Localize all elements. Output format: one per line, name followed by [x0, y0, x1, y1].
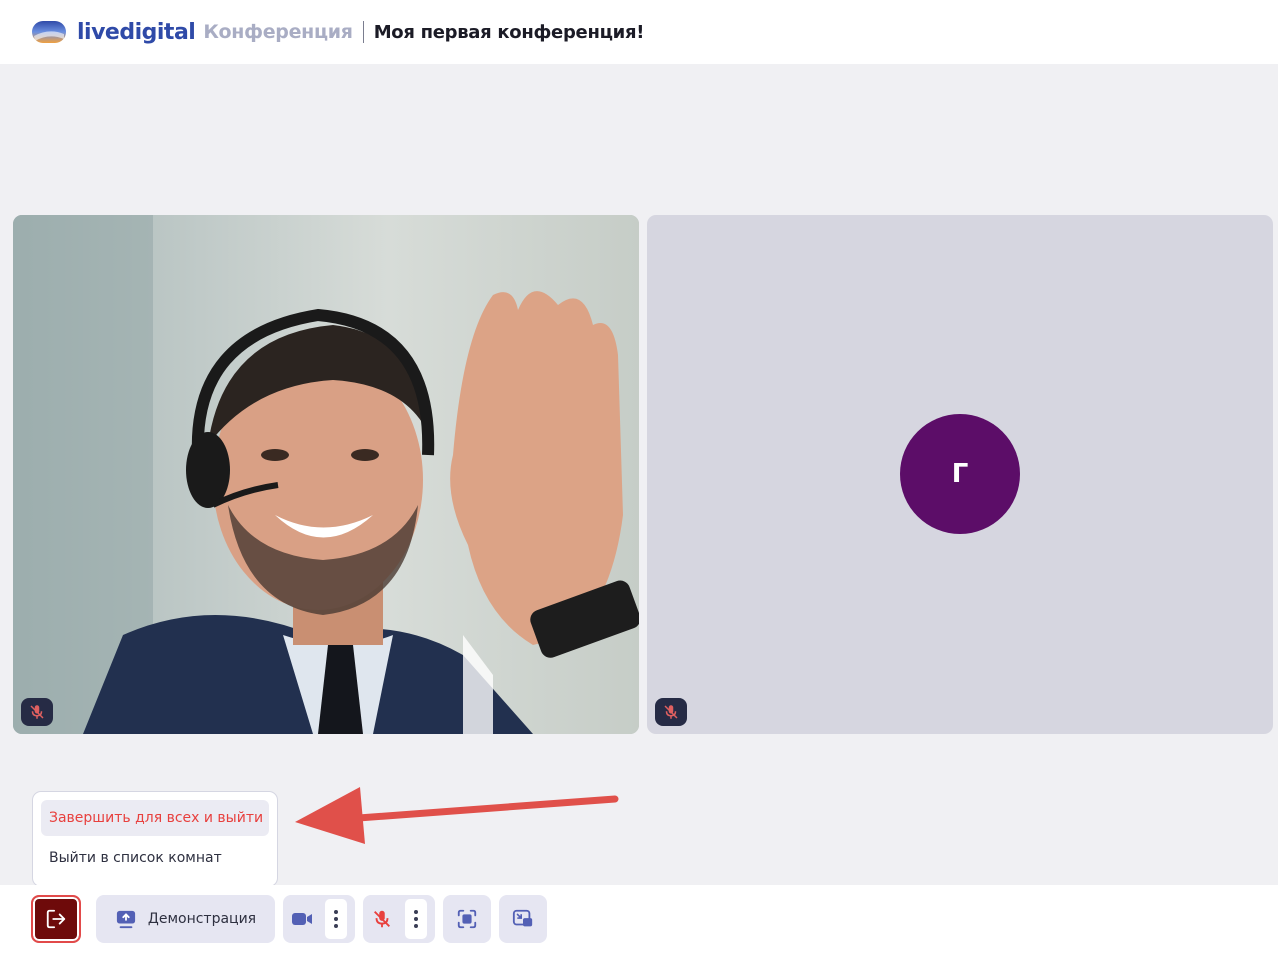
participant-mic-status	[655, 698, 687, 726]
layout-button[interactable]	[443, 895, 491, 943]
more-vertical-icon	[334, 910, 338, 928]
end-for-all-button[interactable]: Завершить для всех и выйти	[41, 800, 269, 836]
annotation-arrow	[295, 787, 619, 844]
participant-tile-avatar[interactable]: Г	[647, 215, 1273, 734]
exit-menu: Завершить для всех и выйти Выйти в списо…	[32, 791, 278, 887]
layout-focus-icon	[457, 909, 477, 929]
leave-to-rooms-button[interactable]: Выйти в список комнат	[41, 840, 269, 876]
logo[interactable]: livedigital	[31, 19, 196, 45]
screen-share-label: Демонстрация	[147, 911, 257, 927]
camera-options-button[interactable]	[325, 899, 347, 939]
section-name: Конференция	[203, 21, 353, 43]
logo-text: livedigital	[77, 19, 196, 45]
picture-in-picture-button[interactable]	[499, 895, 547, 943]
app-header: livedigital Конференция Моя первая конфе…	[0, 0, 1278, 64]
screen-share-button[interactable]: Демонстрация	[96, 895, 275, 943]
leave-icon	[46, 909, 66, 929]
logo-icon	[32, 21, 66, 43]
microphone-options-button[interactable]	[405, 899, 427, 939]
conference-title: Моя первая конференция!	[373, 21, 645, 43]
picture-in-picture-icon	[512, 909, 533, 927]
microphone-button[interactable]	[363, 895, 435, 943]
avatar: Г	[900, 414, 1020, 534]
camera-icon	[292, 913, 312, 925]
participant-mic-status	[21, 698, 53, 726]
mic-off-icon	[30, 705, 44, 719]
participant-video	[13, 215, 639, 734]
header-divider	[362, 21, 364, 43]
screen-share-icon	[116, 910, 135, 929]
participant-tile-video[interactable]	[13, 215, 639, 734]
more-vertical-icon	[414, 910, 418, 928]
camera-button[interactable]	[283, 895, 355, 943]
mic-off-icon	[664, 705, 678, 719]
bottom-toolbar: Демонстрация	[0, 885, 1278, 953]
mic-off-icon	[374, 910, 390, 928]
leave-button[interactable]	[31, 895, 81, 943]
